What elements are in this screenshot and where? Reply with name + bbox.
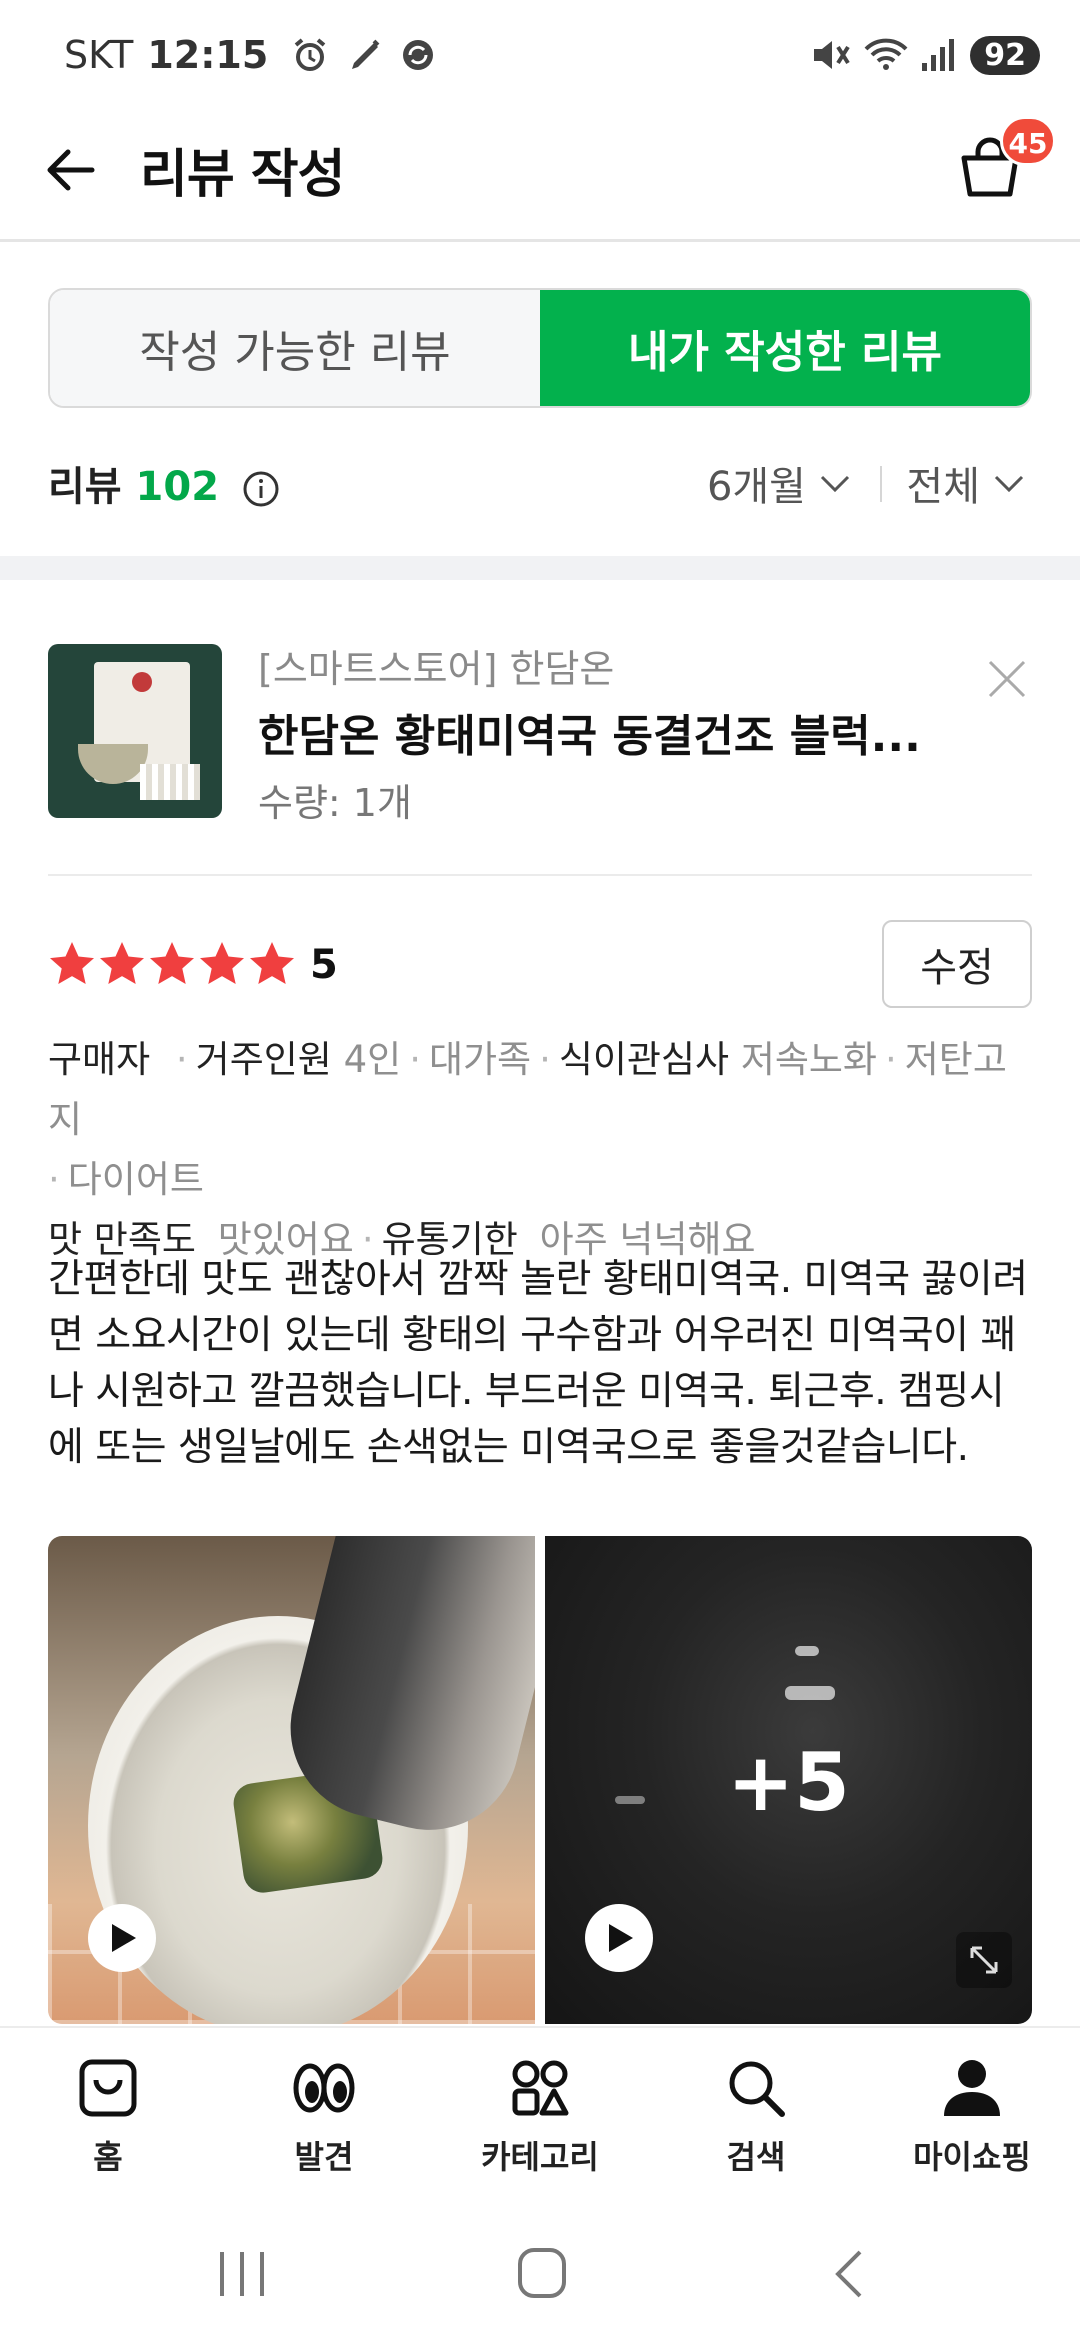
diet-value: 저속노화: [740, 1038, 877, 1081]
search-icon: [729, 2061, 785, 2117]
chevron-down-icon: [994, 475, 1024, 493]
tab-writable-reviews[interactable]: 작성 가능한 리뷰: [50, 290, 540, 406]
household-key: 거주인원: [195, 1038, 332, 1081]
nav-my-shopping[interactable]: 마이쇼핑: [864, 2028, 1080, 2202]
nav-discover-label: 발견: [294, 2138, 354, 2176]
bottom-navigation: 홈 발견 카테고리 검색 마이쇼핑: [0, 2026, 1080, 2202]
nav-search[interactable]: 검색: [648, 2028, 864, 2202]
period-filter-dropdown[interactable]: 6개월: [707, 454, 852, 512]
back-arrow-icon[interactable]: [40, 138, 104, 202]
rating-row: 5 수정: [48, 920, 1032, 1010]
battery-indicator: 92: [970, 35, 1040, 75]
type-filter-dropdown[interactable]: 전체: [906, 454, 1026, 512]
star-icon: [250, 942, 294, 984]
close-icon[interactable]: [982, 654, 1032, 704]
mute-icon: [814, 41, 850, 69]
household-value: 4인: [343, 1038, 402, 1081]
nav-category[interactable]: 카테고리: [432, 2028, 648, 2202]
status-bar: SKT 12:15 92: [0, 0, 1080, 110]
alarm-icon: [295, 38, 326, 71]
chevron-down-icon: [820, 475, 850, 493]
clock: 12:15: [147, 33, 269, 77]
eyes-icon: [293, 2063, 355, 2113]
nav-discover[interactable]: 발견: [216, 2028, 432, 2202]
star-icon: [100, 942, 144, 984]
sync-icon: [403, 40, 434, 70]
info-icon[interactable]: [241, 469, 281, 509]
product-info: [스마트스토어] 한담온 한담온 황태미역국 동결건조 블럭... 수량: 1개: [48, 644, 1032, 876]
review-count-label: 리뷰: [48, 464, 122, 510]
star-icon: [200, 942, 244, 984]
review-tags: 구매자 · 거주인원 4인 · 대가족 · 식이관심사 저속노화 · 저탄고지 · 다이어트 맛 …: [48, 1030, 1038, 1270]
system-navigation: [0, 2202, 1080, 2340]
review-tabs: 작성 가능한 리뷰 내가 작성한 리뷰: [48, 288, 1032, 408]
review-count-number: 102: [135, 464, 220, 510]
more-photos-count: +5: [727, 1736, 850, 1829]
edit-review-button[interactable]: 수정: [882, 920, 1032, 1008]
diet-key: 식이관심사: [558, 1038, 730, 1081]
product-quantity: 수량: 1개: [258, 781, 412, 825]
shopping-bag-icon: [79, 2059, 137, 2117]
home-icon[interactable]: [512, 2246, 572, 2302]
diet-value: 다이어트: [67, 1158, 204, 1201]
review-video-thumbnail[interactable]: [48, 1536, 535, 2024]
review-count: 리뷰 102: [48, 454, 281, 512]
wifi-icon: [864, 38, 908, 70]
household-value: 대가족: [428, 1038, 532, 1081]
person-icon: [944, 2060, 1000, 2116]
section-divider: [0, 556, 1080, 580]
play-icon: [112, 1924, 136, 1952]
review-body: 간편한데 맛도 괜찮아서 깜짝 놀란 황태미역국. 미역국 끓이려면 소요시간이…: [48, 1257, 1028, 1470]
type-filter-label: 전체: [906, 464, 980, 510]
review-count-row: 리뷰 102 6개월 전체: [48, 450, 1032, 514]
star-icon: [50, 942, 94, 984]
tab-my-reviews[interactable]: 내가 작성한 리뷰: [540, 290, 1030, 406]
nav-home[interactable]: 홈: [0, 2028, 216, 2202]
rating-value: 5: [310, 942, 338, 988]
back-icon[interactable]: [820, 2246, 880, 2302]
cart-button[interactable]: 45: [950, 116, 1056, 208]
reviewer-profile: 구매자 · 거주인원 4인 · 대가족 · 식이관심사 저속노화 · 저탄고지 · 다이어트: [48, 1038, 1007, 1201]
product-name[interactable]: 한담온 황태미역국 동결건조 블럭...: [258, 700, 978, 764]
play-button[interactable]: [585, 1904, 653, 1972]
store-name: [스마트스토어] 한담온: [258, 647, 615, 691]
star-rating: [48, 940, 298, 986]
review-video-thumbnail-more[interactable]: +5: [545, 1536, 1032, 2024]
category-grid-icon: [512, 2060, 569, 2116]
star-icon: [150, 942, 194, 984]
play-icon: [609, 1924, 633, 1952]
reviewer-type: 구매자: [48, 1038, 151, 1081]
play-button[interactable]: [88, 1904, 156, 1972]
app-header: 리뷰 작성 45: [0, 110, 1080, 242]
signal-icon: [922, 39, 955, 71]
review-photos: +5: [48, 1536, 1032, 2024]
pen-icon: [352, 39, 380, 69]
product-thumbnail[interactable]: [48, 644, 222, 818]
page-title: 리뷰 작성: [140, 145, 345, 205]
nav-search-label: 검색: [726, 2138, 786, 2176]
nav-category-label: 카테고리: [481, 2138, 599, 2176]
recent-apps-icon[interactable]: [212, 2246, 272, 2302]
carrier-label: SKT: [64, 33, 134, 77]
cart-count-badge: 45: [1000, 116, 1056, 166]
nav-home-label: 홈: [93, 2138, 123, 2176]
nav-my-shopping-label: 마이쇼핑: [913, 2138, 1031, 2176]
filter-divider: [880, 466, 882, 502]
expand-icon[interactable]: [956, 1932, 1012, 1988]
period-filter-label: 6개월: [706, 464, 806, 510]
